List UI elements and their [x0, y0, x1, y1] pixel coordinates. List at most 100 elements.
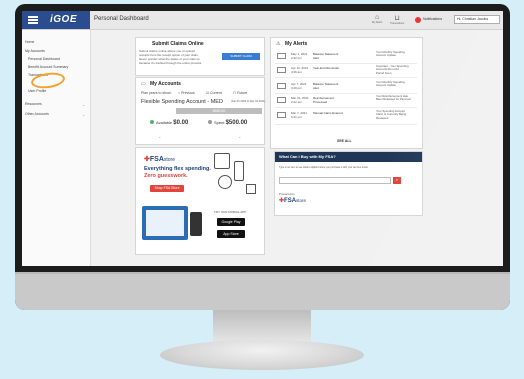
alert-date: Apr 14, 2021 4:36 am [291, 66, 309, 74]
envelope-icon [277, 67, 286, 73]
available-value: $0.00 [173, 120, 189, 126]
phone-illustration-icon [190, 212, 202, 236]
promo-headline-2: Zero guesswork. [144, 173, 188, 179]
fsa-promo-card: ✚FSAstore Everything flex spending. Zero… [135, 147, 265, 255]
envelope-icon [277, 83, 286, 89]
alert-desc: Your Monthly Spending Account Update [376, 80, 405, 88]
available-label: Available [156, 120, 173, 125]
filter-future-label: Future [237, 91, 248, 95]
alerts-label: My Alerts [372, 21, 383, 24]
eligible-item-search-input[interactable] [279, 177, 391, 184]
alert-type: Balance Statement Alert [313, 82, 339, 90]
my-alerts-title: My Alerts [285, 41, 308, 47]
google-play-badge[interactable]: Google Play [217, 218, 245, 226]
shop-fsa-store-button[interactable]: Shop FSA Store [150, 185, 184, 192]
filter-previous[interactable]: ○ Previous [178, 91, 195, 95]
alert-date: Mar 31, 2021 2:22 am [291, 96, 309, 104]
claims-text-line: because it's tracked through the entire … [139, 61, 202, 65]
alert-type: Year-End Reminder [313, 66, 340, 70]
chevron-down-icon[interactable]: ⌄ [82, 112, 85, 117]
alert-row[interactable]: May 1, 2021 2:32 pm Balance Statement Al… [275, 50, 417, 64]
submit-claim-button[interactable]: SUBMIT CLAIM [222, 53, 260, 60]
sidebar-item-resources[interactable]: Resources [25, 102, 42, 106]
warning-icon: ⚠ [276, 41, 281, 47]
available-dot-icon [150, 120, 154, 124]
spent-amount: Spent $500.00 [208, 120, 247, 126]
product-illustration-icon [214, 153, 230, 169]
my-accounts-card: ▭ My Accounts Plan years to show: ○ Prev… [135, 77, 265, 145]
screen: iGOE Personal Dashboard ⌂ My Alerts ⊔ Tr… [22, 11, 503, 266]
account-dates: (Jan 01 2020 to Dec 31 2021) [231, 100, 266, 103]
alert-row[interactable]: Mar 7, 2021 6:21 pm Manual Claim Entered… [275, 109, 417, 125]
sidebar-item-other-accounts[interactable]: Other Accounts [25, 112, 49, 116]
notification-icon[interactable] [415, 17, 421, 23]
alert-desc: Your Monthly Spending Account Update [376, 50, 405, 58]
filter-current-label: Current [210, 91, 222, 95]
alert-type: Manual Claim Entered [313, 111, 343, 115]
chevron-down-icon[interactable]: ⌄ [238, 134, 241, 139]
alert-type: Balance Statement Alert [313, 52, 339, 60]
transactions-button[interactable]: ⊔ Transactions [390, 14, 404, 25]
plan-year-label: Plan years to show: [141, 91, 172, 95]
alert-desc: Important - Your Spending Accounts Run-O… [376, 64, 409, 75]
chevron-down-icon[interactable]: ⌄ [82, 102, 85, 107]
home-icon: ⌂ [375, 14, 380, 21]
chevron-down-icon[interactable]: ⌄ [158, 134, 161, 139]
filter-current[interactable]: ☑ Current [206, 91, 222, 95]
monitor-stand-base [160, 340, 364, 370]
envelope-icon [277, 112, 286, 118]
fsa-store-logo[interactable]: ✚FSAstore [279, 197, 306, 204]
balance-bar: $550.00 [176, 108, 262, 114]
sidebar-item-user-profile[interactable]: User Profile [28, 89, 46, 93]
laptop-screen-icon [146, 210, 184, 236]
box-illustration-icon [246, 184, 256, 194]
account-name[interactable]: Flexible Spending Account - MED [141, 99, 223, 105]
fsa-brand-suffix: store [296, 198, 307, 203]
alert-type: Reimbursement Processed [313, 96, 335, 104]
mobile-app-label: TRY OUR MOBILE APP [214, 210, 247, 214]
spent-dot-icon [208, 120, 212, 124]
alert-row[interactable]: Mar 31, 2021 2:22 am Reimbursement Proce… [275, 94, 417, 108]
sidebar-item-personal-dashboard[interactable]: Personal Dashboard [28, 57, 60, 61]
submit-claims-card: Submit Claims Online Submit claims onlin… [135, 37, 265, 76]
powered-by-label: Powered by [279, 192, 295, 196]
logo-block: iGOE [22, 11, 90, 29]
alerts-button[interactable]: ⌂ My Alerts [372, 14, 382, 24]
envelope-icon [277, 97, 286, 103]
alert-row[interactable]: Apr 14, 2021 4:36 am Year-End Reminder I… [275, 64, 417, 78]
alert-desc: Your Reimbursement Has Been Released for… [376, 94, 411, 102]
fsa-brand: FSA [284, 198, 297, 204]
fsa-brand-suffix: store [163, 157, 175, 163]
notifications-label[interactable]: Notifications [423, 17, 442, 21]
app-store-badge[interactable]: App Store [217, 230, 245, 238]
transactions-label: Transactions [390, 22, 405, 25]
available-amount: Available $0.00 [150, 120, 188, 126]
see-all-link[interactable]: SEE ALL [337, 139, 352, 143]
cart-icon: ⊔ [394, 15, 400, 22]
promo-headline: Everything flex spending. [144, 166, 211, 172]
page-title: Personal Dashboard [94, 16, 149, 22]
fsa-store-logo[interactable]: ✚FSAstore [144, 155, 175, 163]
sidebar-item-my-accounts[interactable]: My Accounts [25, 49, 45, 53]
spent-value: $500.00 [225, 120, 248, 126]
alert-date: May 1, 2021 2:32 pm [291, 52, 308, 60]
logo[interactable]: iGOE [50, 14, 77, 25]
user-menu[interactable]: Hi, Christian Jacobs [454, 15, 500, 24]
fsa-brand: FSA [149, 156, 164, 163]
wallet-icon: ▭ [141, 81, 146, 87]
buy-card-instructions: Type in an item to see what's eligible b… [279, 166, 369, 169]
sidebar-item-benefit-summary[interactable]: Benefit Account Summary [28, 65, 68, 69]
buy-card-title: What Can I Buy with My FSA? [275, 152, 422, 162]
search-icon[interactable]: ⌕ [393, 177, 401, 184]
menu-icon[interactable] [28, 16, 38, 24]
alert-desc: Your Spending Account Claim Is Currently… [376, 109, 407, 120]
sidebar-item-home[interactable]: Home [25, 40, 34, 44]
what-can-i-buy-card: What Can I Buy with My FSA? Type in an i… [274, 151, 423, 216]
monitor-chin-edge [15, 272, 510, 274]
filter-future[interactable]: ☐ Future [233, 91, 247, 95]
monitor-stand-neck [213, 310, 311, 342]
pill-illustration-icon [218, 175, 232, 189]
monitor-chin [15, 272, 510, 310]
spent-label: Spent [214, 120, 225, 125]
alert-row[interactable]: Apr 7, 2021 3:29 pm Balance Statement Al… [275, 80, 417, 94]
